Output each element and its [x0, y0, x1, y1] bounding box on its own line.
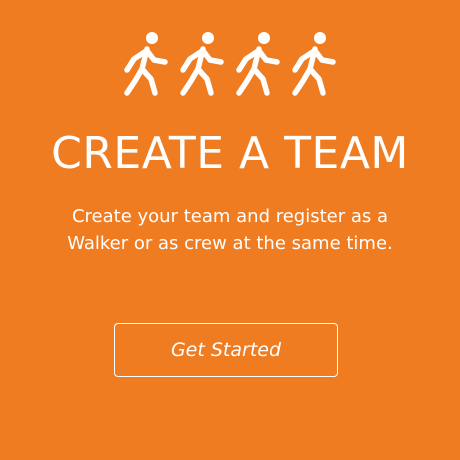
description-text: Create your team and register as a Walke…	[67, 206, 393, 254]
get-started-button-label: Get Started	[170, 339, 282, 361]
walkers-icon-row	[0, 29, 460, 99]
get-started-button[interactable]: Get Started	[114, 323, 338, 377]
walking-person-icon	[177, 29, 227, 99]
walking-person-icon	[121, 29, 171, 99]
walking-person-icon	[289, 29, 339, 99]
create-team-card: CREATE A TEAM Create your team and regis…	[0, 0, 460, 460]
page-title: CREATE A TEAM	[51, 128, 409, 179]
walking-person-icon	[233, 29, 283, 99]
